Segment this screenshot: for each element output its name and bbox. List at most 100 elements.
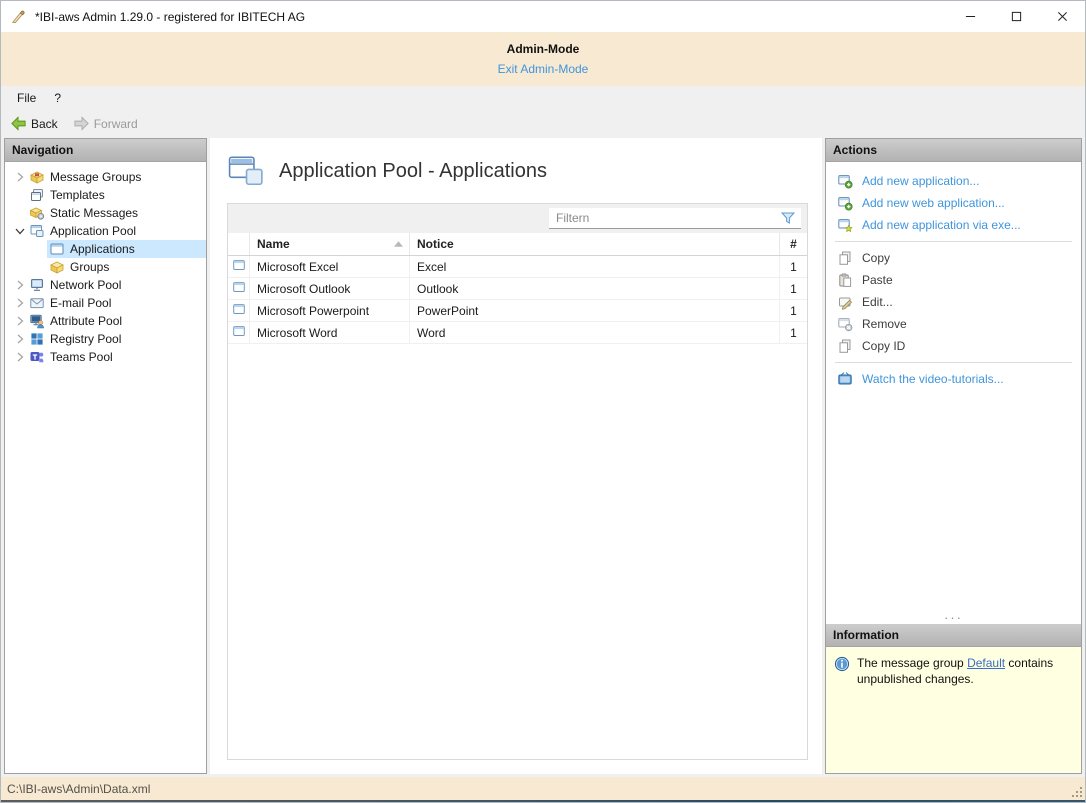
sidebar-item-e-mail-pool[interactable]: E-mail Pool bbox=[5, 294, 206, 312]
table-row[interactable]: Microsoft WordWord1 bbox=[228, 322, 807, 344]
chevron-right-icon[interactable] bbox=[13, 332, 27, 346]
window-bottom-edge bbox=[1, 800, 1085, 802]
sidebar-item-content[interactable]: Static Messages bbox=[27, 204, 206, 222]
action-label: Remove bbox=[862, 317, 907, 331]
add-application-icon bbox=[837, 173, 853, 189]
sidebar-item-content[interactable]: Groups bbox=[47, 258, 206, 276]
sidebar-item-label: Network Pool bbox=[50, 278, 121, 292]
sidebar-item-content[interactable]: E-mail Pool bbox=[27, 294, 206, 312]
message-groups-icon bbox=[29, 169, 45, 185]
application-window-icon bbox=[232, 280, 246, 297]
default-message-group-link[interactable]: Default bbox=[967, 656, 1005, 670]
sidebar-item-content[interactable]: Applications bbox=[47, 240, 206, 258]
back-label: Back bbox=[31, 117, 58, 131]
action-copy-id[interactable]: Copy ID bbox=[826, 335, 1081, 357]
panel-splitter[interactable]: ··· bbox=[826, 612, 1081, 624]
status-bar: C:\IBI-aws\Admin\Data.xml bbox=[1, 777, 1085, 800]
menu-help[interactable]: ? bbox=[45, 88, 70, 108]
column-header-notice-label: Notice bbox=[417, 237, 454, 251]
admin-mode-banner: Admin-Mode Exit Admin-Mode bbox=[1, 32, 1085, 86]
sidebar-item-content[interactable]: Templates bbox=[27, 186, 206, 204]
sidebar-item-content[interactable]: Message Groups bbox=[27, 168, 206, 186]
chevron-right-icon[interactable] bbox=[13, 296, 27, 310]
action-remove[interactable]: Remove bbox=[826, 313, 1081, 335]
sidebar-item-label: Static Messages bbox=[50, 206, 138, 220]
action-label: Edit... bbox=[862, 295, 893, 309]
sidebar-item-label: Application Pool bbox=[50, 224, 136, 238]
application-window-icon bbox=[49, 241, 65, 257]
column-header-notice[interactable]: Notice bbox=[410, 233, 780, 255]
sidebar-item-label: Applications bbox=[70, 242, 135, 256]
filter-input[interactable] bbox=[549, 211, 780, 225]
add-web-application-icon bbox=[837, 195, 853, 211]
column-header-name-label: Name bbox=[257, 237, 290, 251]
action-add-new-application-via-exe[interactable]: Add new application via exe... bbox=[826, 214, 1081, 236]
table-row[interactable]: Microsoft PowerpointPowerPoint1 bbox=[228, 300, 807, 322]
maximize-button[interactable] bbox=[993, 1, 1039, 32]
sidebar-item-label: Teams Pool bbox=[50, 350, 113, 364]
filter-bar bbox=[228, 204, 807, 233]
chevron-spacer bbox=[33, 242, 47, 256]
attribute-icon bbox=[29, 313, 45, 329]
cell-count: 1 bbox=[780, 322, 807, 343]
sidebar-item-content[interactable]: Application Pool bbox=[27, 222, 206, 240]
sidebar-item-content[interactable]: Registry Pool bbox=[27, 330, 206, 348]
table-row[interactable]: Microsoft OutlookOutlook1 bbox=[228, 278, 807, 300]
menu-file[interactable]: File bbox=[8, 88, 45, 108]
sidebar-item-static-messages[interactable]: Static Messages bbox=[5, 204, 206, 222]
action-label: Paste bbox=[862, 273, 893, 287]
action-edit[interactable]: Edit... bbox=[826, 291, 1081, 313]
column-header-name[interactable]: Name bbox=[250, 233, 410, 255]
chevron-spacer bbox=[13, 206, 27, 220]
filter-funnel-icon[interactable] bbox=[780, 210, 796, 226]
action-watch-video-tutorials[interactable]: Watch the video-tutorials... bbox=[826, 368, 1081, 390]
app-window: *IBI-aws Admin 1.29.0 - registered for I… bbox=[0, 0, 1086, 803]
column-header-count[interactable]: # bbox=[780, 233, 807, 255]
column-header-icon bbox=[228, 233, 250, 255]
forward-button[interactable]: Forward bbox=[67, 112, 144, 135]
application-pool-icon bbox=[29, 223, 45, 239]
sidebar-item-teams-pool[interactable]: Teams Pool bbox=[5, 348, 206, 366]
action-copy[interactable]: Copy bbox=[826, 247, 1081, 269]
sidebar-item-applications[interactable]: Applications bbox=[5, 240, 206, 258]
sidebar-item-groups[interactable]: Groups bbox=[5, 258, 206, 276]
sidebar-item-network-pool[interactable]: Network Pool bbox=[5, 276, 206, 294]
chevron-right-icon[interactable] bbox=[13, 314, 27, 328]
row-application-icon-cell bbox=[228, 322, 250, 343]
sidebar-item-content[interactable]: Teams Pool bbox=[27, 348, 206, 366]
info-message-prefix: The message group bbox=[857, 656, 967, 670]
network-icon bbox=[29, 277, 45, 293]
chevron-right-icon[interactable] bbox=[13, 350, 27, 364]
sidebar-item-templates[interactable]: Templates bbox=[5, 186, 206, 204]
page-title-row: Application Pool - Applications bbox=[220, 151, 808, 191]
sidebar-item-attribute-pool[interactable]: Attribute Pool bbox=[5, 312, 206, 330]
exit-admin-mode-link[interactable]: Exit Admin-Mode bbox=[498, 62, 589, 76]
sidebar-item-message-groups[interactable]: Message Groups bbox=[5, 168, 206, 186]
resize-grip[interactable] bbox=[1070, 785, 1084, 799]
applications-table: Name Notice # Microsoft ExcelExcel1Micro… bbox=[227, 203, 808, 760]
copy-icon bbox=[837, 338, 853, 354]
action-paste[interactable]: Paste bbox=[826, 269, 1081, 291]
information-header: Information bbox=[826, 624, 1081, 647]
action-add-new-application[interactable]: Add new application... bbox=[826, 170, 1081, 192]
application-window-icon bbox=[232, 258, 246, 275]
chevron-right-icon[interactable] bbox=[13, 278, 27, 292]
chevron-down-icon[interactable] bbox=[13, 224, 27, 238]
sidebar-item-content[interactable]: Network Pool bbox=[27, 276, 206, 294]
back-button[interactable]: Back bbox=[4, 112, 64, 135]
chevron-right-icon[interactable] bbox=[13, 170, 27, 184]
cell-name: Microsoft Powerpoint bbox=[250, 300, 410, 321]
close-button[interactable] bbox=[1039, 1, 1085, 32]
sidebar-item-content[interactable]: Attribute Pool bbox=[27, 312, 206, 330]
sidebar-item-registry-pool[interactable]: Registry Pool bbox=[5, 330, 206, 348]
content-area: Navigation Message GroupsTemplatesStatic… bbox=[1, 138, 1085, 777]
table-row[interactable]: Microsoft ExcelExcel1 bbox=[228, 256, 807, 278]
sidebar-item-application-pool[interactable]: Application Pool bbox=[5, 222, 206, 240]
sidebar-item-label: Message Groups bbox=[50, 170, 141, 184]
admin-mode-label: Admin-Mode bbox=[1, 42, 1085, 56]
navigation-tree: Message Groups Templates Static Messages Ap… bbox=[5, 162, 206, 366]
cell-count: 1 bbox=[780, 278, 807, 299]
table-empty-space bbox=[228, 344, 807, 759]
action-add-new-web-application[interactable]: Add new web application... bbox=[826, 192, 1081, 214]
minimize-button[interactable] bbox=[947, 1, 993, 32]
